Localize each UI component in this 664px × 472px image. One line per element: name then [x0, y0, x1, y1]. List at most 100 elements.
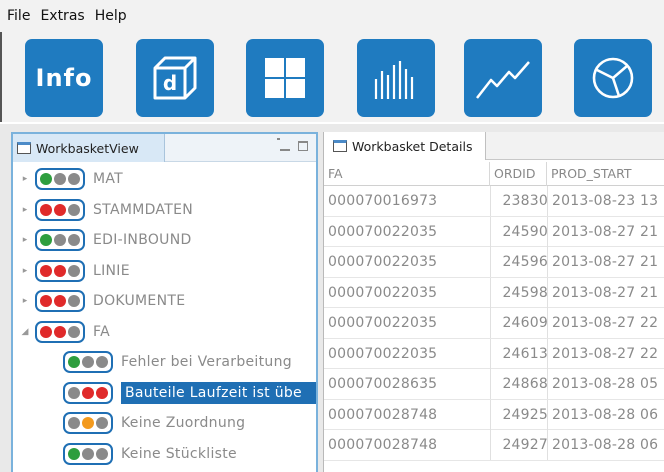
table-row[interactable]: 000070022035 24590 2013-08-27 21 [324, 216, 664, 247]
expanded-arrow-icon[interactable]: ◢ [20, 327, 30, 337]
status-light [96, 417, 108, 430]
status-light [68, 234, 80, 247]
table-row[interactable]: 000070028748 24927 2013-08-28 06 [324, 430, 664, 461]
tree-item[interactable]: ▸ MAT [13, 164, 316, 195]
table-row[interactable]: 000070022035 24609 2013-08-27 22 [324, 308, 664, 339]
tree-item-label: Keine Stückliste [121, 445, 237, 462]
traffic-light-icon [35, 259, 85, 282]
cell-fa: 000070028635 [328, 376, 438, 392]
details-table-body: 000070016973 23830 2013-08-23 13 0000700220… [324, 186, 664, 461]
status-light [54, 234, 66, 247]
tree-item[interactable]: ▸ STAMMDATEN [13, 195, 316, 226]
column-header-fa[interactable]: FA [324, 162, 490, 186]
cube-icon: d [153, 56, 197, 100]
status-light [96, 356, 108, 369]
tree-item[interactable]: ▸ LINIE [13, 256, 316, 287]
table-row[interactable]: 000070022035 24596 2013-08-27 21 [324, 247, 664, 278]
traffic-light-icon [35, 290, 85, 313]
status-light [82, 356, 94, 369]
column-divider [490, 247, 491, 277]
grid-button[interactable] [246, 39, 324, 117]
tree-item-label: DOKUMENTE [93, 293, 186, 310]
tree-item[interactable]: ◢ FA [13, 317, 316, 348]
toolbar: Info d [0, 32, 664, 122]
tree-item-label: Bauteile Laufzeit ist übe [121, 381, 316, 404]
menu-file[interactable]: File [2, 6, 35, 26]
info-button[interactable]: Info [25, 39, 103, 117]
column-header-prod-start[interactable]: PROD_START [547, 162, 664, 186]
tab-label: WorkbasketView [36, 140, 139, 156]
column-divider [490, 186, 491, 216]
line-chart-icon [476, 61, 530, 99]
cell-fa: 000070022035 [328, 284, 438, 301]
collapsed-arrow-icon[interactable]: ▸ [20, 205, 30, 215]
status-light [54, 295, 66, 308]
traffic-light-icon [35, 229, 85, 252]
column-header-ordid[interactable]: ORDID [490, 162, 547, 186]
collapsed-arrow-icon[interactable]: ▸ [20, 266, 30, 276]
tree-item[interactable]: Keine Zuordnung [13, 408, 316, 439]
cell-prod-start: 2013-08-23 13 [552, 193, 659, 209]
bars-button[interactable] [357, 39, 435, 117]
cell-ordid: 24613 [502, 345, 548, 362]
pie-chart-button[interactable] [574, 39, 652, 117]
collapsed-arrow-icon[interactable]: ▸ [20, 174, 30, 184]
traffic-light-icon [35, 198, 85, 221]
cell-fa: 000070028748 [328, 437, 438, 453]
table-row[interactable]: 000070022035 24598 2013-08-27 21 [324, 277, 664, 308]
maximize-icon[interactable] [298, 141, 308, 151]
tree-item[interactable]: Keine Stückliste [13, 439, 316, 470]
status-light [82, 447, 94, 460]
cell-fa: 000070022035 [328, 254, 438, 270]
cell-prod-start: 2013-08-27 21 [552, 254, 659, 270]
table-row[interactable]: 000070028635 24868 2013-08-28 05 [324, 369, 664, 400]
table-row[interactable]: 000070022035 24613 2013-08-27 22 [324, 338, 664, 369]
left-panel-header: WorkbasketView [13, 134, 316, 162]
tab-workbasket-view[interactable]: WorkbasketView [13, 134, 165, 162]
cell-ordid: 24609 [502, 315, 548, 331]
menu-help[interactable]: Help [90, 6, 132, 26]
workbasket-view-panel: WorkbasketView ▸ MAT ▸ STAMMDATEN ▸ EDI-INBOU… [11, 132, 318, 472]
column-divider [490, 430, 491, 460]
cell-ordid: 23830 [502, 193, 548, 209]
cell-ordid: 24596 [502, 254, 548, 270]
tab-label: Workbasket Details [352, 138, 473, 154]
cell-ordid: 24925 [502, 406, 548, 423]
status-light [68, 356, 80, 369]
cell-prod-start: 2013-08-28 06 [552, 437, 659, 453]
tree-item[interactable]: ▸ EDI-INBOUND [13, 225, 316, 256]
table-row[interactable]: 000070028748 24925 2013-08-28 06 [324, 399, 664, 430]
tree-item[interactable]: Fehler bei Verarbeitung [13, 347, 316, 378]
status-light [54, 173, 66, 186]
line-chart-button[interactable] [464, 39, 542, 117]
cell-ordid: 24590 [502, 223, 548, 240]
tree-item-label: Keine Zuordnung [121, 415, 246, 432]
tree-item-label: EDI-INBOUND [93, 232, 192, 249]
menu-extras[interactable]: Extras [35, 6, 89, 26]
minimize-icon[interactable] [280, 141, 290, 151]
collapsed-arrow-icon[interactable]: ▸ [20, 235, 30, 245]
cube-button[interactable]: d [136, 39, 214, 117]
cell-ordid: 24598 [502, 284, 548, 301]
status-light [54, 264, 66, 277]
column-divider [547, 186, 548, 216]
cube-letter: d [163, 71, 177, 95]
cell-prod-start: 2013-08-27 22 [552, 315, 659, 331]
status-light [68, 325, 80, 338]
tree-item[interactable]: ▸ DOKUMENTE [13, 286, 316, 317]
status-light [54, 325, 66, 338]
column-divider [547, 430, 548, 460]
status-light [68, 264, 80, 277]
collapsed-arrow-icon[interactable]: ▸ [20, 296, 30, 306]
cell-ordid: 24868 [502, 376, 548, 392]
status-light [82, 386, 94, 399]
column-divider [490, 399, 491, 430]
window-icon [333, 140, 347, 152]
tree-item[interactable]: Bauteile Laufzeit ist übe [13, 378, 316, 409]
traffic-light-icon [63, 442, 113, 465]
column-divider [547, 247, 548, 277]
tree-item-label: STAMMDATEN [93, 201, 193, 218]
tab-workbasket-details[interactable]: Workbasket Details [324, 132, 486, 160]
table-row[interactable]: 000070016973 23830 2013-08-23 13 [324, 186, 664, 217]
cell-prod-start: 2013-08-27 21 [552, 223, 659, 240]
